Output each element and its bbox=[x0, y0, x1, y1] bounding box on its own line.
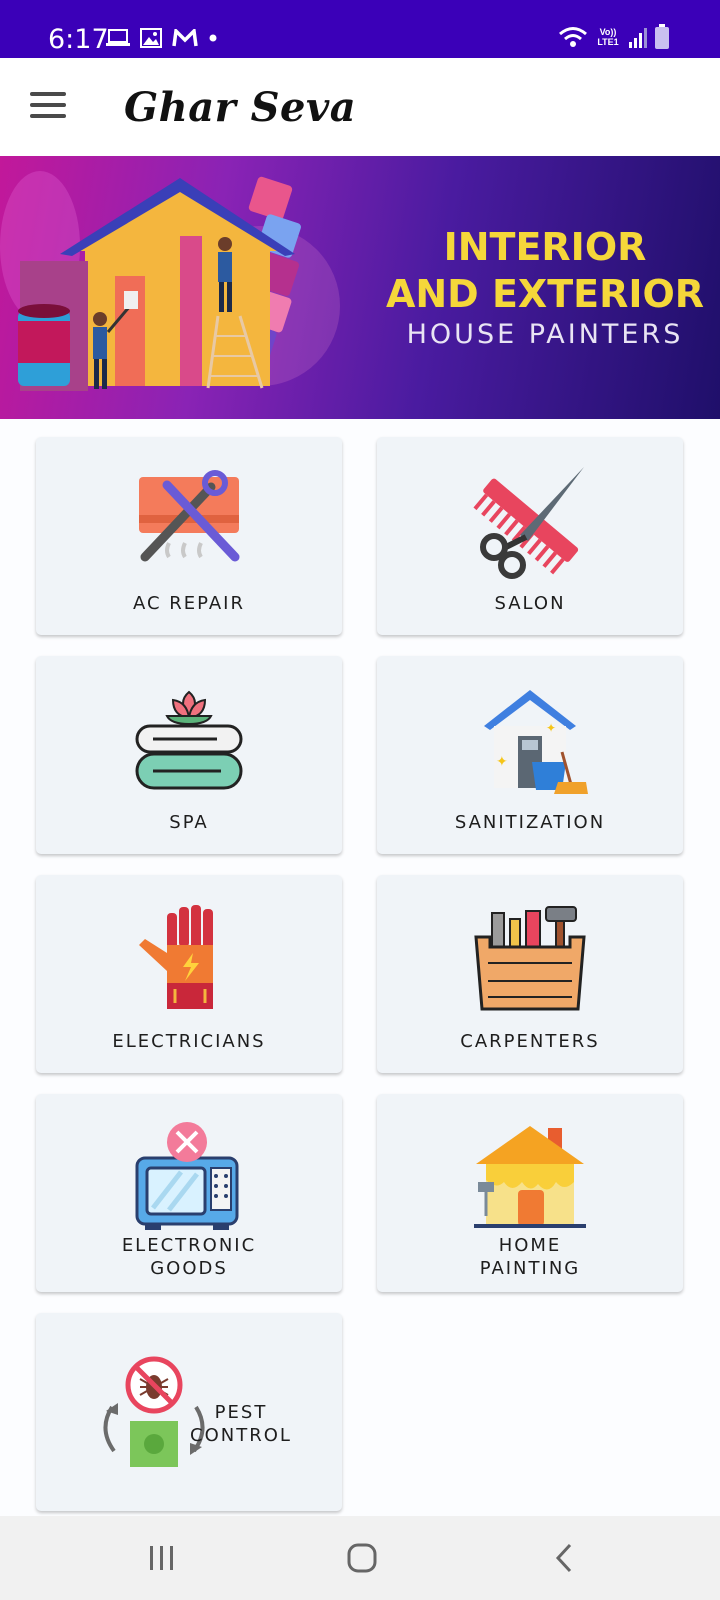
banner-headline: INTERIOR AND EXTERIOR bbox=[380, 224, 710, 318]
service-card-spa[interactable]: SPA bbox=[36, 656, 342, 854]
banner-line2: AND EXTERIOR bbox=[385, 272, 705, 316]
service-label: SPA bbox=[169, 812, 209, 833]
hamburger-menu-icon[interactable] bbox=[30, 92, 66, 122]
service-label: AC REPAIR bbox=[133, 593, 245, 614]
banner-subtitle: HOUSE PAINTERS bbox=[406, 319, 684, 350]
banner-line1: INTERIOR bbox=[443, 225, 647, 269]
app-title: Ghar Seva bbox=[124, 84, 357, 131]
battery-icon bbox=[655, 24, 669, 49]
promo-banner[interactable]: INTERIOR AND EXTERIOR HOUSE PAINTERS bbox=[0, 156, 720, 419]
image-icon bbox=[140, 28, 162, 48]
back-icon[interactable] bbox=[534, 1540, 594, 1576]
toolbox-icon bbox=[474, 906, 586, 1011]
electrician-glove-icon bbox=[139, 905, 213, 1009]
service-label: SANITIZATION bbox=[454, 812, 606, 833]
service-card-home-painting[interactable]: HOME PAINTING bbox=[377, 1094, 683, 1292]
scissors-comb-icon bbox=[473, 467, 584, 579]
service-label: CARPENTERS bbox=[460, 1031, 600, 1052]
service-label: HOME PAINTING bbox=[479, 1235, 581, 1279]
service-card-electronic-goods[interactable]: ELECTRONIC GOODS bbox=[36, 1094, 342, 1292]
status-time: 6:17 bbox=[48, 24, 109, 55]
svg-text:✦: ✦ bbox=[546, 721, 556, 735]
laptop-icon bbox=[106, 29, 130, 46]
dot-icon bbox=[209, 34, 217, 42]
service-card-carpenters[interactable]: CARPENTERS bbox=[377, 875, 683, 1073]
microwave-repair-icon bbox=[135, 1122, 239, 1230]
house-painters-illustration bbox=[0, 171, 340, 391]
notification-icons bbox=[106, 28, 218, 48]
spa-towels-icon bbox=[135, 690, 243, 790]
service-card-sanitization[interactable]: ✦ ✦ SANITIZATION bbox=[377, 656, 683, 854]
wifi-icon bbox=[559, 27, 587, 47]
svg-text:✦: ✦ bbox=[496, 753, 508, 769]
house-painting-icon bbox=[474, 1126, 586, 1228]
house-cleaning-icon: ✦ ✦ bbox=[484, 690, 588, 794]
gmail-icon bbox=[172, 29, 198, 47]
service-card-electricians[interactable]: ELECTRICIANS bbox=[36, 875, 342, 1073]
service-label: ELECTRICIANS bbox=[112, 1031, 266, 1052]
service-label: ELECTRONIC GOODS bbox=[121, 1235, 257, 1279]
service-card-salon[interactable]: SALON bbox=[377, 437, 683, 635]
service-card-ac-repair[interactable]: AC REPAIR bbox=[36, 437, 342, 635]
recents-icon[interactable] bbox=[132, 1540, 192, 1576]
signal-icon bbox=[629, 28, 647, 48]
home-icon[interactable] bbox=[332, 1540, 392, 1576]
system-status-icons: Vo)) LTE1 bbox=[558, 24, 670, 50]
service-label: SALON bbox=[494, 593, 566, 614]
service-card-pest-control[interactable]: PEST CONTROL bbox=[36, 1313, 342, 1511]
ac-repair-icon bbox=[139, 470, 240, 562]
app-bar: Ghar Seva bbox=[0, 58, 720, 156]
network-label: Vo)) LTE1 bbox=[597, 27, 619, 47]
service-label: PEST CONTROL bbox=[190, 1402, 292, 1446]
system-nav-bar bbox=[0, 1516, 720, 1600]
status-bar: 6:17 Vo)) LTE1 bbox=[0, 0, 720, 58]
